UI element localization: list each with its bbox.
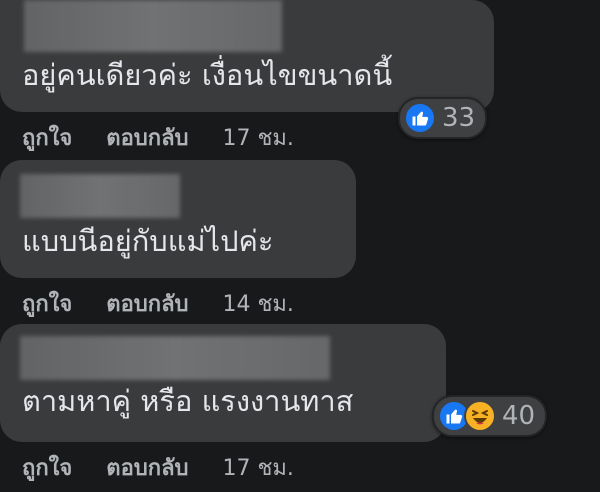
timestamp[interactable]: 17 ชม. xyxy=(223,120,294,155)
reaction-summary[interactable]: 40 xyxy=(432,395,548,437)
reaction-count: 40 xyxy=(502,401,536,431)
comment-actions: ถูกใจ ตอบกลับ 17 ชม. xyxy=(22,450,294,485)
comment-actions: ถูกใจ ตอบกลับ 17 ชม. xyxy=(22,120,294,155)
haha-icon xyxy=(464,400,496,432)
like-icon xyxy=(404,102,436,134)
reply-link[interactable]: ตอบกลับ xyxy=(106,450,188,485)
comment-text: แบบนีอยู่กับแม่ไปค่ะ xyxy=(22,224,274,258)
like-link[interactable]: ถูกใจ xyxy=(22,120,72,155)
commenter-name-redacted[interactable] xyxy=(20,174,180,218)
commenter-name-redacted[interactable] xyxy=(20,336,330,380)
timestamp[interactable]: 14 ชม. xyxy=(223,286,294,321)
comment-actions: ถูกใจ ตอบกลับ 14 ชม. xyxy=(22,286,294,321)
like-link[interactable]: ถูกใจ xyxy=(22,450,72,485)
reaction-summary[interactable]: 33 xyxy=(398,97,488,139)
reply-link[interactable]: ตอบกลับ xyxy=(106,120,188,155)
like-link[interactable]: ถูกใจ xyxy=(22,286,72,321)
timestamp[interactable]: 17 ชม. xyxy=(223,450,294,485)
reply-link[interactable]: ตอบกลับ xyxy=(106,286,188,321)
comment-text: ตามหาคู่ หรือ แรงงานทาส xyxy=(22,384,354,418)
comment-text: อยู่คนเดียวค่ะ เงื่อนไขขนาดนี้ xyxy=(22,58,393,92)
reaction-count: 33 xyxy=(442,103,476,133)
comment-thread: อยู่คนเดียวค่ะ เงื่อนไขขนาดนี้ 33 ถูกใจ … xyxy=(0,0,600,492)
commenter-name-redacted[interactable] xyxy=(24,0,282,52)
